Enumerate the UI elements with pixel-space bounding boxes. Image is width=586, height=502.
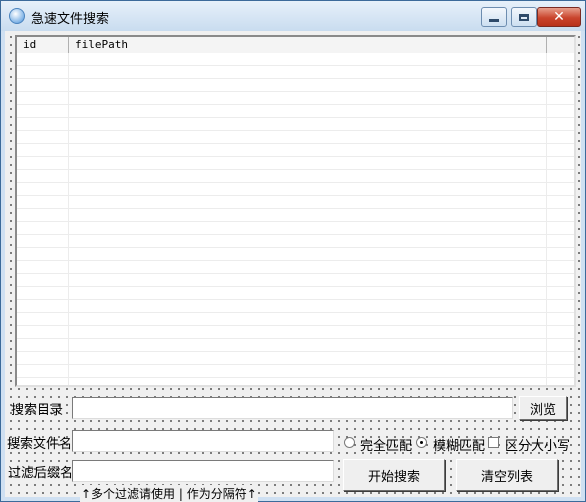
list-header: id filePath (17, 37, 574, 54)
start-search-button[interactable]: 开始搜索 (343, 459, 445, 491)
minimize-icon (489, 18, 499, 22)
clear-list-button[interactable]: 清空列表 (456, 459, 558, 491)
case-sensitive-checkbox[interactable] (488, 437, 499, 448)
maximize-icon (519, 13, 529, 21)
app-window: 急速文件搜索 ✕ id filePath 搜索目录 浏览 搜索文件名 完全匹配 … (0, 0, 586, 502)
browse-button[interactable]: 浏览 (519, 396, 567, 420)
results-list[interactable]: id filePath (15, 35, 576, 387)
fuzzy-match-label[interactable]: 模糊匹配 (433, 435, 485, 454)
fuzzy-match-radio[interactable] (416, 437, 427, 448)
column-header-filepath[interactable]: filePath (69, 37, 547, 53)
maximize-button[interactable] (511, 7, 537, 27)
separator-hint: ↑多个过滤请使用 | 作为分隔符↑ (80, 485, 258, 502)
app-icon (9, 8, 25, 24)
column-header-filler (547, 37, 574, 53)
exact-match-label[interactable]: 完全匹配 (360, 435, 412, 454)
exact-match-radio[interactable] (344, 437, 355, 448)
column-header-id[interactable]: id (17, 37, 69, 53)
filename-label: 搜索文件名 (7, 437, 73, 452)
search-dir-input[interactable] (72, 397, 513, 419)
filter-ext-label: 过滤后缀名 (8, 466, 74, 481)
title-bar[interactable]: 急速文件搜索 ✕ (1, 1, 585, 31)
column-divider (68, 53, 69, 385)
client-area: id filePath 搜索目录 浏览 搜索文件名 完全匹配 模糊匹配 区分大小… (5, 31, 581, 502)
search-dir-label: 搜索目录 (11, 403, 64, 418)
window-title: 急速文件搜索 (31, 12, 110, 27)
filename-input[interactable] (72, 430, 334, 452)
column-divider (546, 53, 547, 385)
case-sensitive-label[interactable]: 区分大小写 (505, 435, 570, 454)
close-button[interactable]: ✕ (537, 7, 581, 27)
close-icon: ✕ (553, 9, 565, 25)
filter-ext-input[interactable] (72, 460, 334, 482)
minimize-button[interactable] (481, 7, 507, 27)
list-body[interactable] (17, 53, 574, 385)
